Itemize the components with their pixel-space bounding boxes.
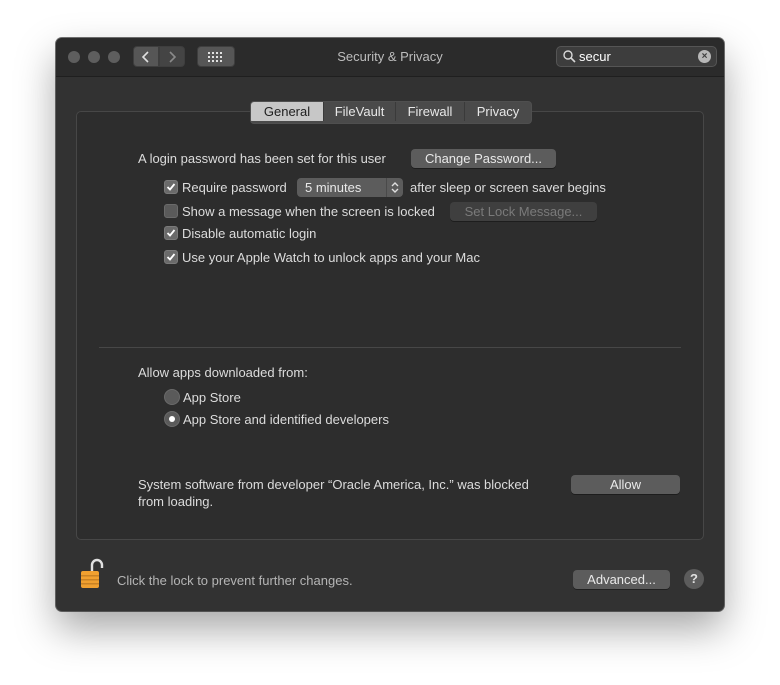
- checkmark-icon: [166, 253, 176, 261]
- tab-privacy[interactable]: Privacy: [465, 102, 531, 121]
- require-password-checkbox[interactable]: [164, 180, 178, 194]
- search-icon: [563, 50, 576, 63]
- change-password-button[interactable]: Change Password...: [411, 149, 556, 168]
- updown-chevron-icon: [391, 182, 399, 193]
- tab-general[interactable]: General: [251, 102, 324, 121]
- search-field[interactable]: secur ×: [556, 46, 717, 67]
- show-message-checkbox[interactable]: [164, 204, 178, 218]
- show-message-label: Show a message when the screen is locked: [182, 204, 435, 219]
- disable-auto-login-checkbox[interactable]: [164, 226, 178, 240]
- radio-app-store-identified-label: App Store and identified developers: [183, 412, 389, 427]
- search-input[interactable]: secur: [579, 49, 611, 64]
- blocked-software-text-line1: System software from developer “Oracle A…: [138, 477, 529, 492]
- lock-button[interactable]: [80, 558, 104, 593]
- login-password-text: A login password has been set for this u…: [138, 151, 386, 166]
- unlocked-padlock-icon: [81, 558, 104, 588]
- tab-firewall[interactable]: Firewall: [396, 102, 465, 121]
- radio-app-store[interactable]: [164, 389, 180, 405]
- popup-arrows: [386, 178, 403, 197]
- require-password-suffix: after sleep or screen saver begins: [410, 180, 606, 195]
- help-button[interactable]: ?: [684, 569, 704, 589]
- clear-search-icon[interactable]: ×: [698, 50, 711, 63]
- require-password-label: Require password: [182, 180, 287, 195]
- checkmark-icon: [166, 183, 176, 191]
- apple-watch-label: Use your Apple Watch to unlock apps and …: [182, 250, 480, 265]
- tab-bar: General FileVault Firewall Privacy: [250, 101, 532, 124]
- set-lock-message-button[interactable]: Set Lock Message...: [450, 202, 597, 221]
- allow-button[interactable]: Allow: [571, 475, 680, 494]
- apple-watch-checkbox[interactable]: [164, 250, 178, 264]
- tab-filevault[interactable]: FileVault: [324, 102, 396, 121]
- advanced-button[interactable]: Advanced...: [573, 570, 670, 589]
- blocked-software-text-line2: from loading.: [138, 494, 214, 509]
- section-divider: [99, 347, 681, 348]
- checkmark-icon: [166, 229, 176, 237]
- radio-app-store-label: App Store: [183, 390, 241, 405]
- title-bar: Security & Privacy secur ×: [56, 38, 724, 77]
- require-password-delay-popup[interactable]: 5 minutes: [297, 178, 403, 197]
- allow-apps-heading: Allow apps downloaded from:: [138, 365, 308, 380]
- radio-app-store-identified[interactable]: [164, 411, 180, 427]
- lock-hint-text: Click the lock to prevent further change…: [117, 573, 353, 588]
- popup-value: 5 minutes: [305, 180, 362, 195]
- disable-auto-login-label: Disable automatic login: [182, 226, 317, 241]
- preferences-window: Security & Privacy secur × General FileV…: [56, 38, 724, 611]
